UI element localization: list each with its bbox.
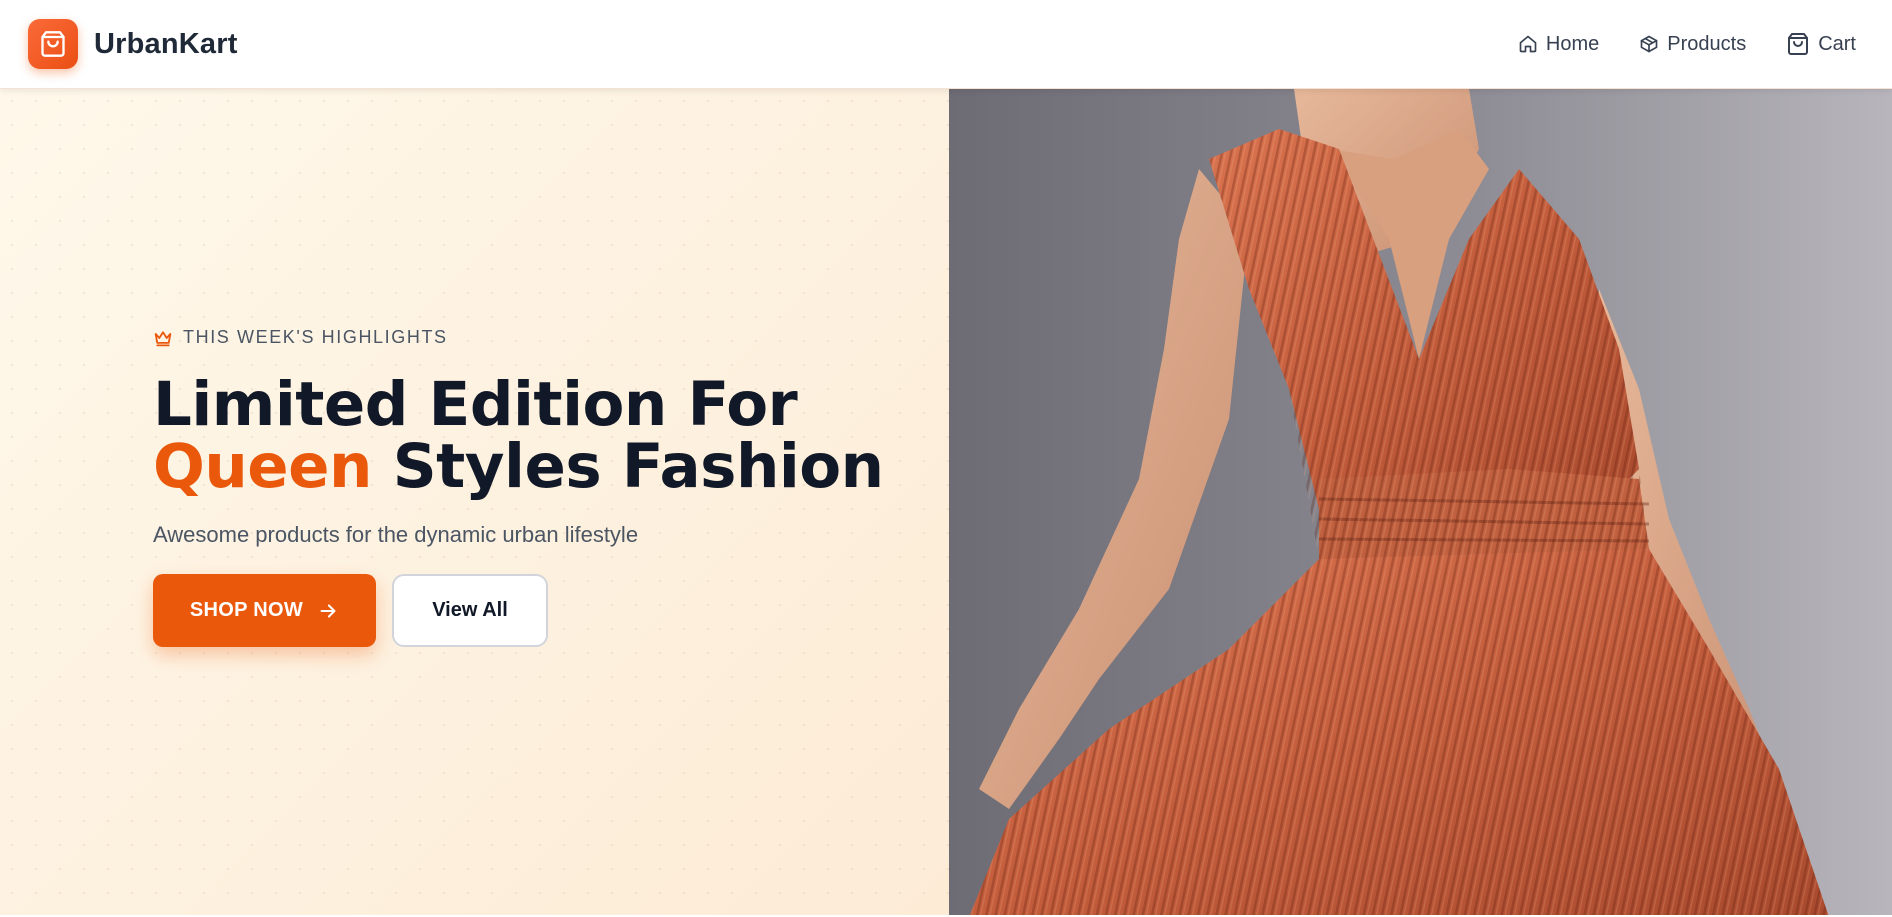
view-all-button[interactable]: View All [392, 574, 548, 647]
hero-section: THIS WEEK'S HIGHLIGHTS Limited Edition F… [0, 89, 949, 917]
headline-line-2-rest: Styles Fashion [371, 431, 884, 502]
box-icon [1639, 34, 1659, 54]
nav-cart-label: Cart [1818, 32, 1856, 55]
hero-headline: Limited Edition For Queen Styles Fashion [153, 374, 913, 498]
main-nav: Home Products Cart [1518, 32, 1864, 56]
brand[interactable]: UrbanKart [28, 19, 238, 69]
model-dress-illustration [949, 89, 1892, 917]
hero-subtitle: Awesome products for the dynamic urban l… [153, 522, 639, 547]
nav-home-label: Home [1545, 32, 1600, 55]
hero-content: THIS WEEK'S HIGHLIGHTS Limited Edition F… [153, 327, 913, 647]
headline-line-1: Limited Edition For [153, 369, 798, 440]
shopping-bag-icon [1786, 32, 1810, 56]
crown-icon [153, 329, 173, 347]
headline-accent-word: Queen [153, 431, 372, 502]
nav-cart[interactable]: Cart [1786, 32, 1856, 56]
nav-products[interactable]: Products [1639, 33, 1746, 56]
nav-products-label: Products [1667, 32, 1747, 55]
home-icon [1518, 34, 1538, 54]
hero-cta-row: SHOP NOW View All [153, 574, 913, 647]
hero-eyebrow: THIS WEEK'S HIGHLIGHTS [153, 327, 913, 348]
brand-name[interactable]: UrbanKart [94, 28, 238, 61]
shop-now-label: SHOP NOW [189, 599, 304, 621]
top-navbar: UrbanKart Home Products Cart [0, 0, 1892, 89]
arrow-right-icon [317, 600, 339, 622]
shopping-bag-icon [39, 30, 67, 58]
hero-image [949, 89, 1892, 917]
shop-now-button[interactable]: SHOP NOW [153, 574, 376, 647]
hero-eyebrow-text: THIS WEEK'S HIGHLIGHTS [183, 327, 448, 347]
nav-home[interactable]: Home [1518, 33, 1599, 56]
brand-logo[interactable] [28, 19, 78, 69]
